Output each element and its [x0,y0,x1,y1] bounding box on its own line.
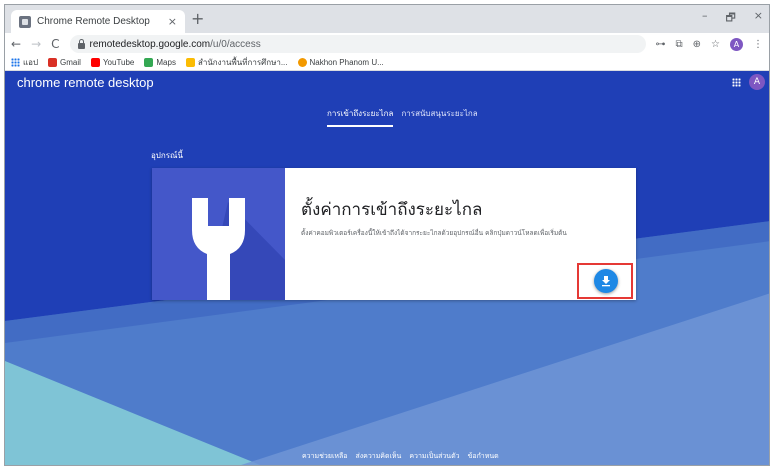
tab-strip: Chrome Remote Desktop × + – 🗗 × [5,5,769,33]
gmail-icon [48,58,58,67]
mode-tabs: การเข้าถึงระยะไกล การสนับสนุนระยะไกล [327,107,478,127]
lock-icon [77,38,85,49]
restore-button[interactable]: 🗗 [725,9,735,28]
star-icon[interactable]: ☆ [711,39,720,50]
close-window-button[interactable]: × [754,9,763,28]
toolbar-actions: ⊶ ⧉ ⊕ ☆ A ⋮ [656,37,763,51]
bookmark-nakhon-phanom[interactable]: Nakhon Phanom U... [297,58,384,67]
account-avatar[interactable]: A [749,74,765,90]
remote-desktop-page: chrome remote desktop A การเข้าถึงระยะไก… [5,71,769,465]
bookmark-maps[interactable]: Maps [144,58,176,67]
apps-grid-icon [11,58,20,67]
reload-icon[interactable]: C [51,38,59,50]
key-icon[interactable]: ⊶ [656,39,666,50]
profile-avatar[interactable]: A [730,37,743,51]
back-arrow-icon[interactable]: ← [11,38,21,50]
youtube-icon [90,58,100,67]
zoom-icon[interactable]: ⊕ [693,39,701,50]
url-text: remotedesktop.google.com/u/0/access [89,38,261,50]
card-illustration [152,168,285,300]
bookmark-apps[interactable]: แอป [11,56,38,69]
app-brand: chrome remote desktop [17,74,154,90]
minimize-button[interactable]: – [702,9,708,28]
card-title: ตั้งค่าการเข้าถึงระยะไกล [301,200,483,220]
card-description: ตั้งค่าคอมพิวเตอร์เครื่องนี้ให้เข้าถึงได… [301,229,567,237]
university-logo-icon [297,58,307,67]
footer-help-link[interactable]: ความช่วยเหลือ [302,451,347,462]
footer-terms-link[interactable]: ข้อกำหนด [468,451,499,462]
bookmark-education-office[interactable]: สำนักงานพื้นที่การศึกษา... [185,56,288,69]
remote-desktop-favicon-icon [19,15,31,28]
tab-remote-access[interactable]: การเข้าถึงระยะไกล [327,107,394,127]
tab-title: Chrome Remote Desktop [37,16,150,27]
tab-remote-support[interactable]: การสนับสนุนระยะไกล [401,107,477,127]
bookmark-youtube[interactable]: YouTube [90,58,134,67]
browser-window: Chrome Remote Desktop × + – 🗗 × ← → C re… [4,4,770,466]
google-apps-icon[interactable] [732,78,741,87]
address-bar[interactable]: remotedesktop.google.com/u/0/access [69,35,646,53]
bookmarks-bar: แอป Gmail YouTube Maps สำนักงานพื้นที่กา… [5,55,769,71]
folder-icon [185,58,195,67]
footer-feedback-link[interactable]: ส่งความคิดเห็น [355,451,401,462]
wrench-icon [192,198,285,300]
new-tab-button[interactable]: + [191,11,204,27]
footer-privacy-link[interactable]: ความเป็นส่วนตัว [409,451,459,462]
browser-tab[interactable]: Chrome Remote Desktop × [11,10,185,33]
maps-icon [144,58,154,67]
menu-dots-icon[interactable]: ⋮ [753,39,763,50]
section-this-device: อุปกรณ์นี้ [151,151,183,160]
download-icon [602,276,610,287]
page-footer: ความช่วยเหลือ ส่งความคิดเห็น ความเป็นส่ว… [302,451,499,462]
tab-close-icon[interactable]: × [168,15,177,28]
open-in-window-icon[interactable]: ⧉ [676,39,683,50]
browser-toolbar: ← → C remotedesktop.google.com/u/0/acces… [5,33,769,55]
window-controls: – 🗗 × [702,9,763,28]
setup-remote-access-card: ตั้งค่าการเข้าถึงระยะไกล ตั้งค่าคอมพิวเต… [152,168,636,300]
download-button[interactable] [594,269,618,293]
bookmark-gmail[interactable]: Gmail [48,58,81,67]
forward-arrow-icon[interactable]: → [31,38,41,50]
app-header: chrome remote desktop [5,71,769,93]
